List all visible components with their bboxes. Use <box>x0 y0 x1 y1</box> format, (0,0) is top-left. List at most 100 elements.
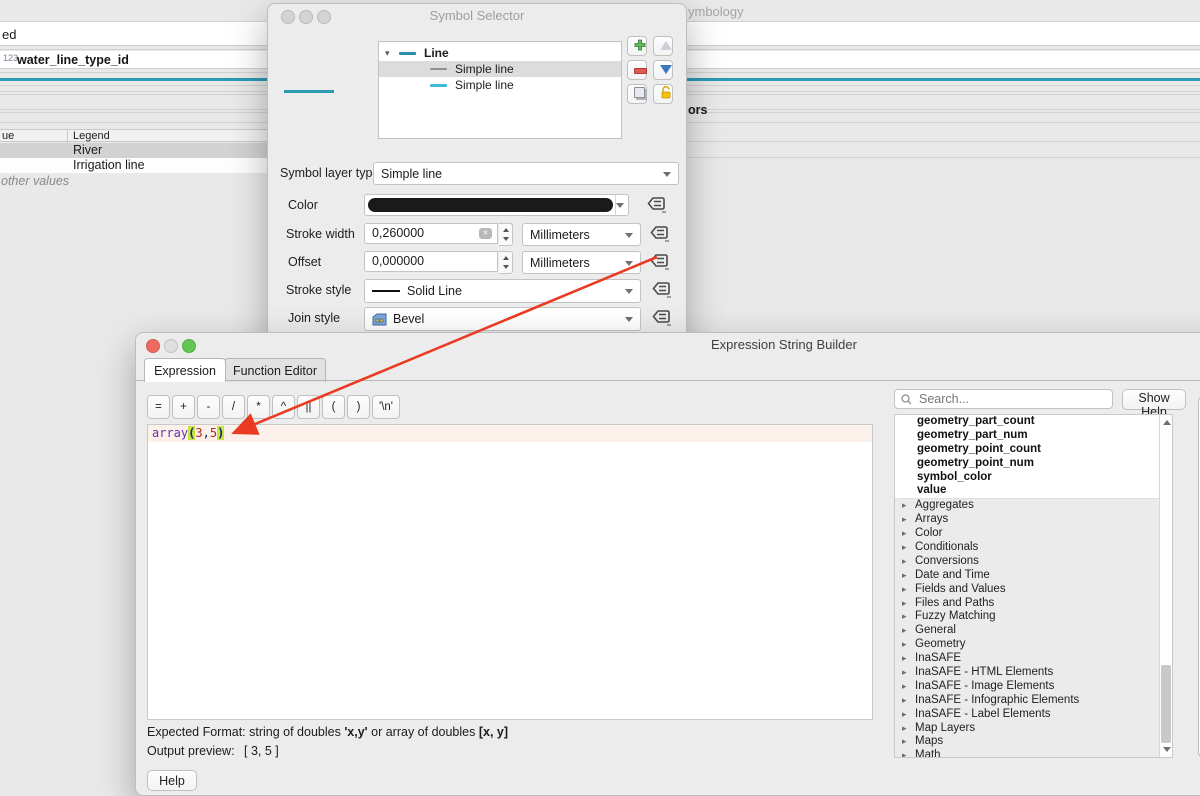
list-group[interactable]: ▸Date and Time <box>895 569 1172 583</box>
clear-icon[interactable]: ✕ <box>479 228 492 239</box>
operator-plus-button[interactable]: + <box>172 395 195 419</box>
list-group[interactable]: ▸Geometry <box>895 638 1172 652</box>
tab-function-editor[interactable]: Function Editor <box>224 358 326 382</box>
chevron-down-icon[interactable] <box>616 203 624 208</box>
tree-expander-icon[interactable]: ▾ <box>385 48 395 59</box>
stroke-width-override-button[interactable] <box>649 225 671 243</box>
list-item[interactable]: geometry_point_count <box>895 443 1172 457</box>
remove-symbol-layer-button[interactable] <box>627 60 647 80</box>
list-group[interactable]: ▸InaSAFE <box>895 652 1172 666</box>
list-group[interactable]: ▸Conversions <box>895 555 1172 569</box>
operator-open-paren-button[interactable]: ( <box>322 395 345 419</box>
operator-power-button[interactable]: ^ <box>272 395 295 419</box>
list-item[interactable]: geometry_part_count <box>895 415 1172 429</box>
chevron-right-icon[interactable]: ▸ <box>902 666 915 680</box>
tree-item-simple-line-1[interactable]: Simple line <box>379 61 621 77</box>
stroke-width-unit-select[interactable]: Millimeters <box>522 223 641 246</box>
offset-override-button[interactable] <box>649 253 671 271</box>
list-item[interactable]: symbol_color <box>895 471 1172 485</box>
operator-newline-button[interactable]: '\n' <box>372 395 400 419</box>
spin-down-icon[interactable] <box>503 237 509 241</box>
scroll-down-icon[interactable] <box>1163 747 1171 752</box>
offset-input[interactable]: 0,000000 <box>364 251 498 272</box>
spin-down-icon[interactable] <box>503 265 509 269</box>
chevron-right-icon[interactable]: ▸ <box>902 610 915 624</box>
expression-current-line[interactable]: array(3,5) <box>148 425 872 442</box>
list-group[interactable]: ▸Files and Paths <box>895 597 1172 611</box>
chevron-right-icon[interactable]: ▸ <box>902 638 915 652</box>
tab-expression[interactable]: Expression <box>144 358 226 382</box>
chevron-right-icon[interactable]: ▸ <box>902 597 915 611</box>
chevron-right-icon[interactable]: ▸ <box>902 694 915 708</box>
list-group[interactable]: ▸Maps <box>895 735 1172 749</box>
scroll-up-icon[interactable] <box>1163 420 1171 425</box>
list-item[interactable]: value <box>895 484 1172 498</box>
list-group[interactable]: ▸InaSAFE - Image Elements <box>895 680 1172 694</box>
lock-color-button[interactable] <box>653 84 673 104</box>
symbol-layer-type-select[interactable]: Simple line <box>373 162 679 185</box>
chevron-right-icon[interactable]: ▸ <box>902 499 915 513</box>
tree-item-simple-line-2[interactable]: Simple line <box>379 77 621 93</box>
chevron-right-icon[interactable]: ▸ <box>902 513 915 527</box>
offset-unit-select[interactable]: Millimeters <box>522 251 641 274</box>
show-help-button[interactable]: Show Help <box>1122 389 1186 410</box>
move-up-button[interactable] <box>653 36 673 56</box>
list-item[interactable]: geometry_part_num <box>895 429 1172 443</box>
chevron-right-icon[interactable]: ▸ <box>902 722 915 736</box>
operator-equals-button[interactable]: = <box>147 395 170 419</box>
join-style-override-button[interactable] <box>651 309 673 327</box>
operator-divide-button[interactable]: / <box>222 395 245 419</box>
chevron-right-icon[interactable]: ▸ <box>902 583 915 597</box>
table-row-river[interactable]: River <box>0 143 268 158</box>
list-group[interactable]: ▸Map Layers <box>895 722 1172 736</box>
stroke-width-input[interactable]: 0,260000 ✕ <box>364 223 498 244</box>
chevron-right-icon[interactable]: ▸ <box>902 708 915 722</box>
list-group[interactable]: ▸InaSAFE - Label Elements <box>895 708 1172 722</box>
function-search[interactable] <box>894 389 1113 409</box>
spin-up-icon[interactable] <box>503 228 509 232</box>
duplicate-layer-button[interactable] <box>627 84 647 104</box>
spin-up-icon[interactable] <box>503 256 509 260</box>
stroke-width-stepper[interactable] <box>499 223 513 246</box>
color-button[interactable] <box>364 194 629 216</box>
operator-concat-button[interactable]: || <box>297 395 320 419</box>
list-group[interactable]: ▸General <box>895 624 1172 638</box>
chevron-right-icon[interactable]: ▸ <box>902 652 915 666</box>
chevron-right-icon[interactable]: ▸ <box>902 555 915 569</box>
operator-minus-button[interactable]: - <box>197 395 220 419</box>
operator-close-paren-button[interactable]: ) <box>347 395 370 419</box>
list-group[interactable]: ▸Aggregates <box>895 499 1172 513</box>
chevron-right-icon[interactable]: ▸ <box>902 541 915 555</box>
tree-item-line[interactable]: ▾ Line <box>379 45 621 61</box>
chevron-right-icon[interactable]: ▸ <box>902 749 915 758</box>
function-list[interactable]: geometry_part_count geometry_part_num ge… <box>894 414 1173 758</box>
scrollbar[interactable] <box>1159 415 1172 757</box>
help-button[interactable]: Help <box>147 770 197 791</box>
stroke-style-override-button[interactable] <box>651 281 673 299</box>
add-symbol-layer-button[interactable] <box>627 36 647 56</box>
list-group[interactable]: ▸Arrays <box>895 513 1172 527</box>
list-group[interactable]: ▸InaSAFE - HTML Elements <box>895 666 1172 680</box>
chevron-right-icon[interactable]: ▸ <box>902 680 915 694</box>
list-group[interactable]: ▸Math <box>895 749 1172 758</box>
table-row-irrigation[interactable]: Irrigation line <box>0 158 268 173</box>
list-group[interactable]: ▸InaSAFE - Infographic Elements <box>895 694 1172 708</box>
list-group[interactable]: ▸Fields and Values <box>895 583 1172 597</box>
chevron-right-icon[interactable]: ▸ <box>902 569 915 583</box>
scrollbar-thumb[interactable] <box>1161 665 1171 743</box>
search-input[interactable] <box>917 391 1091 407</box>
operator-multiply-button[interactable]: * <box>247 395 270 419</box>
move-down-button[interactable] <box>653 60 673 80</box>
offset-stepper[interactable] <box>499 251 513 274</box>
expression-builder-titlebar[interactable]: Expression String Builder <box>136 333 1200 355</box>
chevron-right-icon[interactable]: ▸ <box>902 527 915 541</box>
list-group[interactable]: ▸Conditionals <box>895 541 1172 555</box>
list-item[interactable]: geometry_point_num <box>895 457 1172 471</box>
expression-input[interactable]: array(3,5) <box>147 424 873 720</box>
chevron-right-icon[interactable]: ▸ <box>902 735 915 749</box>
stroke-style-select[interactable]: Solid Line <box>364 279 641 303</box>
symbol-selector-titlebar[interactable]: Symbol Selector <box>268 4 686 26</box>
list-group[interactable]: ▸Color <box>895 527 1172 541</box>
chevron-right-icon[interactable]: ▸ <box>902 624 915 638</box>
join-style-select[interactable]: Bevel <box>364 307 641 331</box>
